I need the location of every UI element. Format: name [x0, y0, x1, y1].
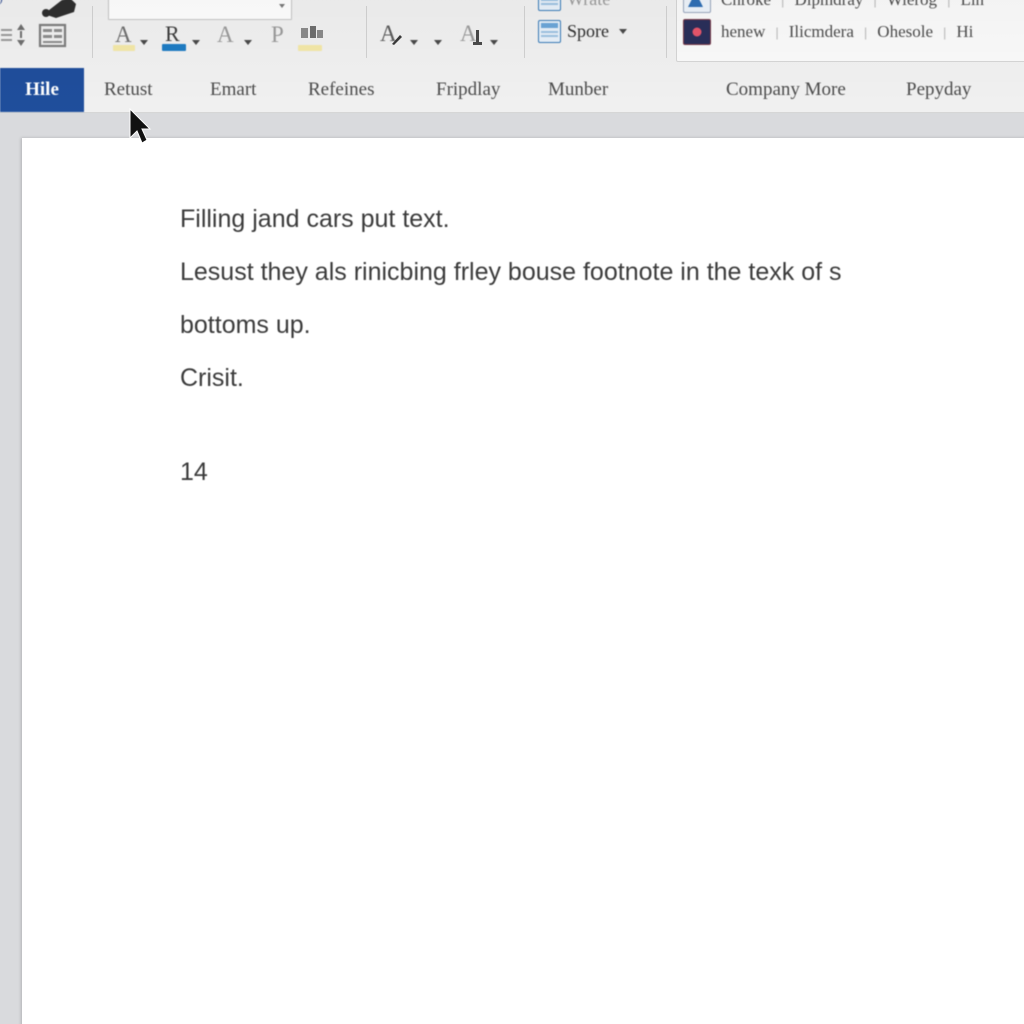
- wrate-label: Wrate: [567, 0, 610, 10]
- tab-emart[interactable]: Emart: [210, 68, 256, 112]
- tab-fripdlay[interactable]: Fripdlay: [436, 68, 500, 112]
- page-number: 14: [180, 458, 208, 486]
- clear-formatting-dropdown-button[interactable]: [244, 32, 256, 45]
- text-highlight-color-button[interactable]: A: [112, 22, 140, 52]
- chevron-down-icon: [434, 40, 442, 45]
- chevron-down-icon: [410, 40, 418, 45]
- chevron-down-icon: [279, 4, 285, 8]
- document-text-body[interactable]: Filling jand cars put text. Lesust they …: [180, 200, 1024, 487]
- chevron-down-icon: [619, 29, 627, 34]
- document-page[interactable]: Filling jand cars put text. Lesust they …: [22, 138, 1024, 1024]
- clear-formatting-button[interactable]: A: [214, 22, 242, 52]
- ribbon-tab-strip: Hile Retust Emart Refeines Fripdlay Munb…: [0, 68, 1024, 113]
- chevron-down-icon: [140, 40, 148, 45]
- tab-munber[interactable]: Munber: [548, 68, 608, 112]
- tab-company-more[interactable]: Company More: [726, 68, 846, 112]
- paragraph-1: Filling jand cars put text.: [180, 205, 450, 233]
- paragraph-2: Lesust they als rinicbing frley bouse fo…: [180, 258, 842, 286]
- style-name[interactable]: Ilicmdera: [789, 22, 854, 42]
- paragraph-4: Crisit.: [180, 364, 244, 392]
- ribbon-separator: [366, 6, 367, 58]
- letter-p-icon: P: [271, 22, 284, 47]
- font-color-swatch: [162, 44, 186, 51]
- style-divider: |: [947, 0, 951, 8]
- style-divider: |: [943, 24, 947, 40]
- style-divider: |: [863, 24, 868, 40]
- wrate-button[interactable]: Wrate: [538, 0, 610, 11]
- style-divider: |: [775, 24, 779, 40]
- ribbon-group-effects: A A: [372, 0, 532, 68]
- text-effects-icon: [301, 26, 323, 38]
- borders-icon[interactable]: [38, 22, 68, 55]
- tab-pepyday[interactable]: Pepyday: [906, 68, 971, 112]
- styles-gallery[interactable]: Chroke | Dipmdray | Wierog | Lin henew |…: [676, 0, 1024, 62]
- font-color-dropdown-button[interactable]: [192, 32, 204, 45]
- ribbon-group-paragraph: 7): [0, 0, 90, 68]
- ribbon-separator: [666, 6, 667, 58]
- ribbon-group-insert: Wrate Spore: [530, 0, 670, 68]
- document-icon: [538, 0, 561, 11]
- style-name[interactable]: Ohesole: [877, 22, 933, 42]
- style-name[interactable]: Dipmdray: [794, 0, 863, 10]
- letter-r-icon: R: [165, 21, 180, 46]
- style-name[interactable]: Chroke: [721, 0, 771, 10]
- letter-a-outline-icon: A: [217, 22, 234, 47]
- application-window: 7) A R: [0, 0, 1024, 1024]
- text-effect-a-button[interactable]: A: [378, 22, 406, 52]
- text-effect-b-left-dropdown[interactable]: [434, 32, 446, 45]
- style-divider: |: [781, 0, 785, 8]
- text-effects-swatch: [298, 45, 322, 51]
- chevron-down-icon: [244, 40, 252, 45]
- letter-a-icon: A: [115, 22, 132, 47]
- text-effect-a-dropdown-button[interactable]: [410, 32, 422, 45]
- ribbon-separator: [92, 6, 93, 58]
- style-divider: |: [873, 0, 877, 8]
- tab-hile[interactable]: Hile: [0, 68, 84, 112]
- tab-retust[interactable]: Retust: [104, 68, 153, 112]
- ribbon-group-font: A R A P: [100, 0, 360, 68]
- chevron-down-icon: [490, 40, 498, 45]
- tab-refeines[interactable]: Refeines: [308, 68, 374, 112]
- style-swatch-blue-icon[interactable]: [683, 0, 711, 13]
- style-name[interactable]: Lin: [960, 0, 984, 10]
- style-name[interactable]: Wierog: [887, 0, 937, 10]
- ribbon-toolbar: 7) A R: [0, 0, 1024, 69]
- font-name-combobox[interactable]: [108, 0, 292, 20]
- document-canvas[interactable]: Filling jand cars put text. Lesust they …: [0, 113, 1024, 1024]
- text-effects-button[interactable]: [298, 22, 326, 52]
- paragraph-3: bottoms up.: [180, 311, 311, 339]
- spore-button[interactable]: Spore: [538, 20, 627, 43]
- highlight-swatch: [113, 45, 135, 51]
- spore-icon: [538, 20, 561, 43]
- text-effect-b-dropdown-button[interactable]: [490, 32, 502, 45]
- styles-row-bottom: henew | Ilicmdera | Ohesole | Hi: [683, 19, 973, 45]
- ribbon-separator: [524, 6, 525, 58]
- chevron-down-icon: [192, 40, 200, 45]
- style-swatch-red-icon[interactable]: [683, 19, 711, 45]
- wrench-icon[interactable]: [36, 0, 82, 25]
- style-name[interactable]: henew: [721, 22, 765, 42]
- spore-label: Spore: [567, 21, 609, 41]
- indent-icon[interactable]: [0, 24, 14, 51]
- font-color-button[interactable]: R: [162, 22, 190, 52]
- styles-row-top: Chroke | Dipmdray | Wierog | Lin: [683, 0, 984, 13]
- text-effect-b-button[interactable]: A: [458, 22, 486, 52]
- style-name[interactable]: Hi: [956, 22, 973, 42]
- line-spacing-icon[interactable]: [16, 22, 34, 53]
- format-painter-button[interactable]: P: [268, 22, 296, 52]
- highlight-dropdown-button[interactable]: [140, 32, 152, 45]
- page-badge-icon: 7): [0, 0, 3, 6]
